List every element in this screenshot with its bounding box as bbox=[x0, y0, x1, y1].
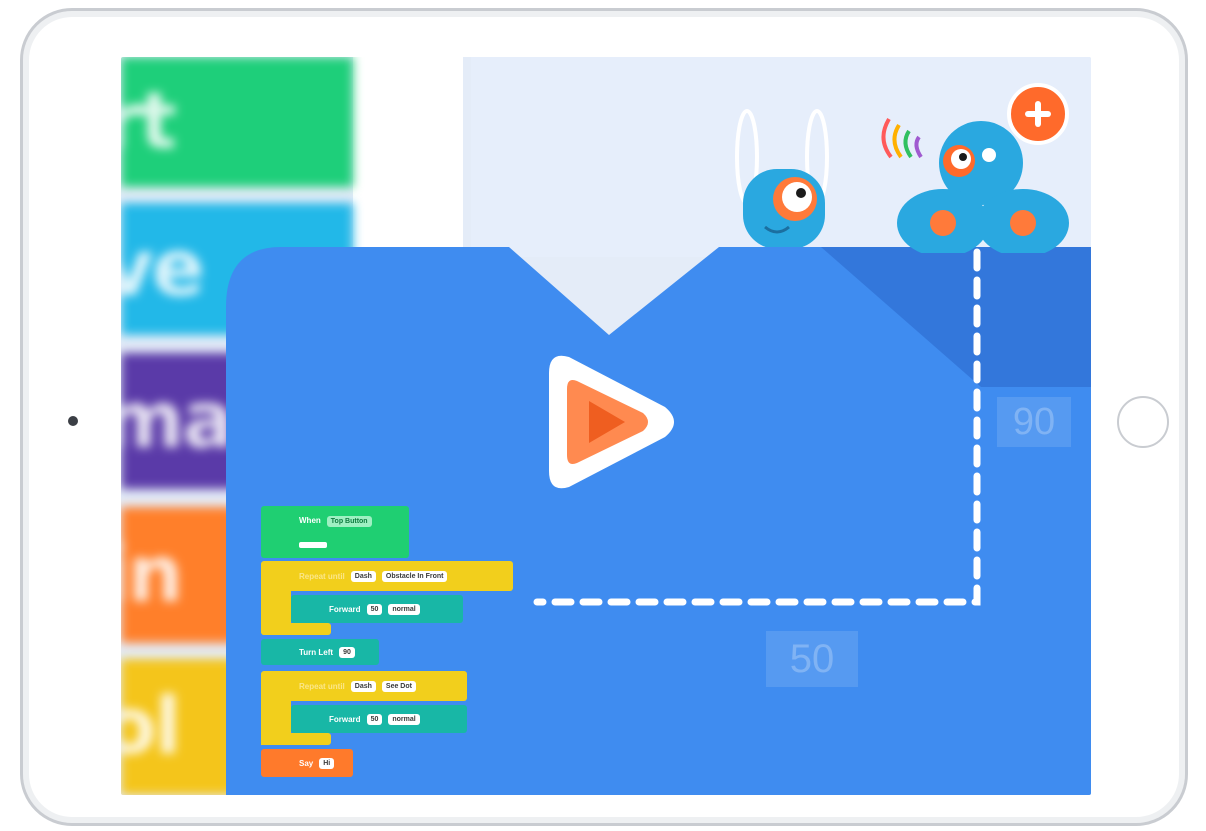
repeat-condition-field[interactable]: Obstacle In Front bbox=[381, 570, 448, 582]
play-icon[interactable] bbox=[539, 347, 679, 497]
forward-speed-field[interactable]: normal bbox=[388, 603, 420, 615]
forward-distance-field[interactable]: 50 bbox=[366, 603, 383, 615]
say-label: Say bbox=[299, 758, 314, 768]
home-button[interactable] bbox=[1117, 396, 1169, 448]
repeat-block-foot bbox=[261, 733, 331, 745]
dot-robot-icon[interactable] bbox=[731, 97, 841, 247]
forward-label: Forward bbox=[329, 604, 361, 614]
repeat-robot-field[interactable]: Dash bbox=[350, 680, 376, 692]
when-block[interactable]: When Top Button bbox=[261, 506, 409, 558]
repeat-label: Repeat until bbox=[299, 681, 345, 691]
repeat-condition-field[interactable]: See Dot bbox=[381, 680, 416, 692]
forward-block[interactable]: Forward 50 normal bbox=[291, 595, 463, 623]
app-screen: rt ve mac in ol 90 50 bbox=[121, 57, 1091, 795]
front-camera bbox=[68, 416, 78, 426]
forward-distance-field[interactable]: 50 bbox=[366, 713, 383, 725]
forward-block[interactable]: Forward 50 normal bbox=[291, 705, 467, 733]
turn-angle-label: 90 bbox=[997, 397, 1071, 447]
plus-icon bbox=[1025, 101, 1051, 127]
repeat-until-block[interactable]: Repeat until Dash Obstacle In Front bbox=[261, 561, 513, 591]
when-bar bbox=[299, 542, 327, 548]
forward-speed-field[interactable]: normal bbox=[388, 713, 420, 725]
when-label: When bbox=[299, 516, 321, 525]
turn-angle-field[interactable]: 90 bbox=[339, 646, 355, 658]
say-block[interactable]: Say Hi bbox=[261, 749, 353, 777]
repeat-until-block[interactable]: Repeat until Dash See Dot bbox=[261, 671, 467, 701]
add-robot-button[interactable] bbox=[1007, 83, 1069, 145]
when-trigger-field[interactable]: Top Button bbox=[326, 516, 372, 527]
repeat-block-foot bbox=[261, 623, 331, 635]
forward-label: Forward bbox=[329, 714, 361, 724]
turn-left-block[interactable]: Turn Left 90 bbox=[261, 639, 379, 665]
repeat-robot-field[interactable]: Dash bbox=[350, 570, 376, 582]
say-text-field[interactable]: Hi bbox=[319, 757, 335, 769]
turn-label: Turn Left bbox=[299, 647, 334, 657]
distance-label: 50 bbox=[766, 631, 858, 687]
repeat-label: Repeat until bbox=[299, 571, 345, 581]
